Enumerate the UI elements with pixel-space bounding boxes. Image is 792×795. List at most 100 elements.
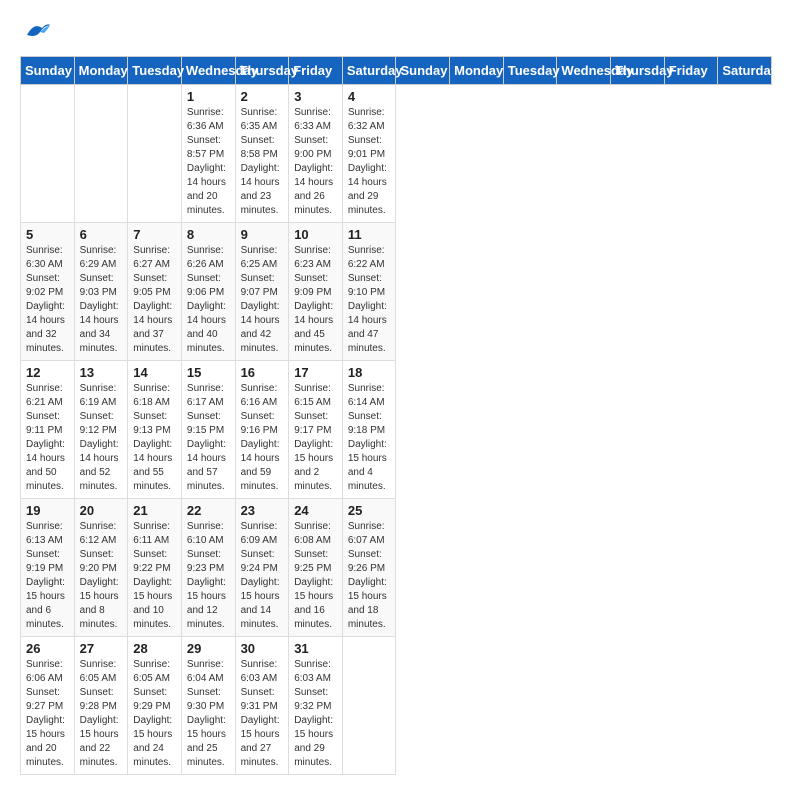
day-number: 12 (26, 365, 70, 380)
day-cell: 1Sunrise: 6:36 AM Sunset: 8:57 PM Daylig… (181, 85, 235, 223)
day-info: Sunrise: 6:29 AM Sunset: 9:03 PM Dayligh… (80, 244, 124, 356)
day-cell: 26 Sunrise: 6:06 AM Sunset: 9:27 PM Dayli… (21, 637, 75, 775)
header-saturday: Saturday (342, 57, 396, 85)
day-cell: 29 Sunrise: 6:04 AM Sunset: 9:30 PM Dayli… (181, 637, 235, 775)
day-cell: 23 Sunrise: 6:09 AM Sunset: 9:24 PM Dayli… (235, 499, 289, 637)
day-info: Sunrise: 6:08 AM Sunset: 9:25 PM Dayligh… (294, 520, 338, 632)
day-info: Sunrise: 6:32 AM Sunset: 9:01 PM Dayligh… (348, 106, 392, 218)
header-thursday: Thursday (235, 57, 289, 85)
day-number: 8 (187, 227, 231, 242)
day-cell: 6 Sunrise: 6:29 AM Sunset: 9:03 PM Daylig… (74, 223, 128, 361)
day-info: Sunrise: 6:14 AM Sunset: 9:18 PM Dayligh… (348, 382, 392, 494)
day-cell: 4Sunrise: 6:32 AM Sunset: 9:01 PM Daylig… (342, 85, 396, 223)
day-info: Sunrise: 6:06 AM Sunset: 9:27 PM Dayligh… (26, 658, 70, 770)
day-info: Sunrise: 6:19 AM Sunset: 9:12 PM Dayligh… (80, 382, 124, 494)
calendar-header-row: SundayMondayTuesdayWednesdayThursdayFrid… (21, 57, 772, 85)
day-info: Sunrise: 6:05 AM Sunset: 9:29 PM Dayligh… (133, 658, 177, 770)
calendar-table: SundayMondayTuesdayWednesdayThursdayFrid… (20, 56, 772, 775)
day-info: Sunrise: 6:04 AM Sunset: 9:30 PM Dayligh… (187, 658, 231, 770)
day-info: Sunrise: 6:35 AM Sunset: 8:58 PM Dayligh… (241, 106, 285, 218)
day-number: 29 (187, 641, 231, 656)
header-wednesday: Wednesday (181, 57, 235, 85)
day-info: Sunrise: 6:05 AM Sunset: 9:28 PM Dayligh… (80, 658, 124, 770)
week-row-1: 5 Sunrise: 6:30 AM Sunset: 9:02 PM Daylig… (21, 223, 772, 361)
day-info: Sunrise: 6:13 AM Sunset: 9:19 PM Dayligh… (26, 520, 70, 632)
day-number: 16 (241, 365, 285, 380)
day-cell: 16Sunrise: 6:16 AM Sunset: 9:16 PM Dayli… (235, 361, 289, 499)
header-monday: Monday (74, 57, 128, 85)
header-tuesday: Tuesday (128, 57, 182, 85)
day-number: 28 (133, 641, 177, 656)
day-number: 17 (294, 365, 338, 380)
week-row-0: 1Sunrise: 6:36 AM Sunset: 8:57 PM Daylig… (21, 85, 772, 223)
day-cell: 5 Sunrise: 6:30 AM Sunset: 9:02 PM Daylig… (21, 223, 75, 361)
day-number: 27 (80, 641, 124, 656)
day-number: 21 (133, 503, 177, 518)
day-cell: 20Sunrise: 6:12 AM Sunset: 9:20 PM Dayli… (74, 499, 128, 637)
day-info: Sunrise: 6:17 AM Sunset: 9:15 PM Dayligh… (187, 382, 231, 494)
col-header-wednesday: Wednesday (557, 57, 611, 85)
col-header-friday: Friday (664, 57, 718, 85)
day-info: Sunrise: 6:09 AM Sunset: 9:24 PM Dayligh… (241, 520, 285, 632)
day-number: 11 (348, 227, 392, 242)
day-number: 10 (294, 227, 338, 242)
day-cell (74, 85, 128, 223)
day-cell: 30 Sunrise: 6:03 AM Sunset: 9:31 PM Dayli… (235, 637, 289, 775)
day-cell: 10Sunrise: 6:23 AM Sunset: 9:09 PM Dayli… (289, 223, 343, 361)
day-info: Sunrise: 6:27 AM Sunset: 9:05 PM Dayligh… (133, 244, 177, 356)
day-info: Sunrise: 6:30 AM Sunset: 9:02 PM Dayligh… (26, 244, 70, 356)
day-cell: 8 Sunrise: 6:26 AM Sunset: 9:06 PM Daylig… (181, 223, 235, 361)
day-number: 18 (348, 365, 392, 380)
day-info: Sunrise: 6:25 AM Sunset: 9:07 PM Dayligh… (241, 244, 285, 356)
day-info: Sunrise: 6:10 AM Sunset: 9:23 PM Dayligh… (187, 520, 231, 632)
day-info: Sunrise: 6:07 AM Sunset: 9:26 PM Dayligh… (348, 520, 392, 632)
day-number: 14 (133, 365, 177, 380)
day-cell: 14 Sunrise: 6:18 AM Sunset: 9:13 PM Dayli… (128, 361, 182, 499)
header-friday: Friday (289, 57, 343, 85)
logo (20, 20, 52, 40)
day-cell: 2 Sunrise: 6:35 AM Sunset: 8:58 PM Daylig… (235, 85, 289, 223)
day-number: 26 (26, 641, 70, 656)
page-header (20, 20, 772, 40)
day-number: 3 (294, 89, 338, 104)
day-cell: 15 Sunrise: 6:17 AM Sunset: 9:15 PM Dayli… (181, 361, 235, 499)
week-row-4: 26 Sunrise: 6:06 AM Sunset: 9:27 PM Dayli… (21, 637, 772, 775)
day-cell (128, 85, 182, 223)
day-cell: 24 Sunrise: 6:08 AM Sunset: 9:25 PM Dayli… (289, 499, 343, 637)
day-cell: 19 Sunrise: 6:13 AM Sunset: 9:19 PM Dayli… (21, 499, 75, 637)
day-cell: 21 Sunrise: 6:11 AM Sunset: 9:22 PM Dayli… (128, 499, 182, 637)
day-info: Sunrise: 6:11 AM Sunset: 9:22 PM Dayligh… (133, 520, 177, 632)
day-number: 30 (241, 641, 285, 656)
day-number: 31 (294, 641, 338, 656)
day-number: 24 (294, 503, 338, 518)
day-info: Sunrise: 6:12 AM Sunset: 9:20 PM Dayligh… (80, 520, 124, 632)
day-info: Sunrise: 6:18 AM Sunset: 9:13 PM Dayligh… (133, 382, 177, 494)
day-info: Sunrise: 6:03 AM Sunset: 9:31 PM Dayligh… (241, 658, 285, 770)
day-cell: 28 Sunrise: 6:05 AM Sunset: 9:29 PM Dayli… (128, 637, 182, 775)
day-cell: 11Sunrise: 6:22 AM Sunset: 9:10 PM Dayli… (342, 223, 396, 361)
day-info: Sunrise: 6:15 AM Sunset: 9:17 PM Dayligh… (294, 382, 338, 494)
day-number: 15 (187, 365, 231, 380)
day-number: 19 (26, 503, 70, 518)
day-number: 22 (187, 503, 231, 518)
day-number: 23 (241, 503, 285, 518)
day-number: 2 (241, 89, 285, 104)
day-cell (21, 85, 75, 223)
day-cell: 31Sunrise: 6:03 AM Sunset: 9:32 PM Dayli… (289, 637, 343, 775)
day-number: 5 (26, 227, 70, 242)
col-header-thursday: Thursday (611, 57, 665, 85)
day-cell: 3Sunrise: 6:33 AM Sunset: 9:00 PM Daylig… (289, 85, 343, 223)
day-cell: 27 Sunrise: 6:05 AM Sunset: 9:28 PM Dayli… (74, 637, 128, 775)
day-number: 7 (133, 227, 177, 242)
day-cell: 13Sunrise: 6:19 AM Sunset: 9:12 PM Dayli… (74, 361, 128, 499)
header-sunday: Sunday (21, 57, 75, 85)
logo-bird-icon (22, 20, 52, 40)
day-cell: 12Sunrise: 6:21 AM Sunset: 9:11 PM Dayli… (21, 361, 75, 499)
day-info: Sunrise: 6:26 AM Sunset: 9:06 PM Dayligh… (187, 244, 231, 356)
week-row-2: 12Sunrise: 6:21 AM Sunset: 9:11 PM Dayli… (21, 361, 772, 499)
day-number: 6 (80, 227, 124, 242)
day-number: 25 (348, 503, 392, 518)
day-cell: 18 Sunrise: 6:14 AM Sunset: 9:18 PM Dayli… (342, 361, 396, 499)
col-header-tuesday: Tuesday (503, 57, 557, 85)
week-row-3: 19 Sunrise: 6:13 AM Sunset: 9:19 PM Dayli… (21, 499, 772, 637)
